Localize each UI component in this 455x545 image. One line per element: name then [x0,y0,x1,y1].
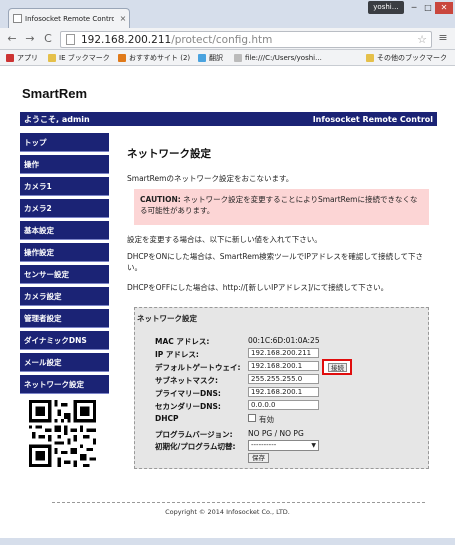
tab-close-icon[interactable]: × [117,14,129,23]
bookmark-other[interactable]: その他のブックマーク [366,52,447,64]
file-icon [234,54,242,62]
primary-dns-label: プライマリーDNS: [155,389,221,398]
maximize-icon[interactable]: □ [421,2,435,14]
bookmark-ie[interactable]: IE ブックマーク [48,52,110,64]
bookmark-star-icon[interactable]: ☆ [417,33,427,46]
address-bar[interactable]: 192.168.200.211/protect/config.htm ☆ [60,31,432,48]
header-bar: ようこそ, admin Infosocket Remote Control [20,112,437,126]
gateway-connect-highlight: 接続 [322,359,352,375]
dhcp-label: DHCP [155,414,179,423]
init-label: 初期化/プログラム切替: [155,442,236,451]
qr-code [29,400,96,467]
dhcp-option-label: 有効 [259,415,274,424]
caution-text: ネットワーク設定を変更することによりSmartRemに接続できなくなる可能性があ… [140,195,418,215]
translate-icon [198,54,206,62]
footer-divider [52,502,425,503]
apps-grid-icon [6,54,14,62]
browser-menu-icon[interactable]: ≡ [436,31,450,47]
dhcp-checkbox[interactable] [248,414,256,422]
back-arrow-icon[interactable]: ← [4,31,20,47]
bookmark-apps[interactable]: アプリ [6,52,38,64]
brand-logo: SmartRem [22,86,88,101]
bookmark-label: アプリ [17,54,38,62]
subnet-label: サブネットマスク: [155,376,218,385]
instruction-text: 設定を変更する場合は、以下に新しい値を入れて下さい。 [127,235,322,244]
select-value: ---------- [251,441,277,449]
sidebar-item-network-settings[interactable]: ネットワーク設定 [20,375,109,394]
sidebar-item-top[interactable]: トップ [20,133,109,152]
intro-text: SmartRemのネットワーク設定をおこないます。 [127,174,294,183]
subnet-mask-field[interactable]: 255.255.255.0 [248,374,319,384]
version-value: NO PG / NO PG [248,429,304,438]
secondary-dns-label: セカンダリーDNS: [155,402,221,411]
sidebar-item-operation[interactable]: 操作 [20,155,109,174]
sidebar-item-admin-settings[interactable]: 管理者設定 [20,309,109,328]
dhcp-on-text: DHCPをONにした場合は、SmartRem検索ツールでIPアドレスを確認して接… [127,252,423,272]
sidebar-item-camera1[interactable]: カメラ1 [20,177,109,196]
bookmark-recommended[interactable]: おすすめサイト (2) [118,52,190,64]
sidebar-item-mail-settings[interactable]: メール設定 [20,353,109,372]
site-icon [118,54,126,62]
save-button[interactable]: 保存 [248,453,269,463]
page-favicon-icon [13,14,22,23]
bookmark-file[interactable]: file:///C:/Users/yoshi... [234,52,322,64]
page-title: ネットワーク設定 [127,148,211,160]
bookmark-label: file:///C:/Users/yoshi... [245,54,322,62]
sidebar-item-operation-settings[interactable]: 操作設定 [20,243,109,262]
minimize-icon[interactable]: ─ [407,2,421,14]
gateway-label: デフォルトゲートウェイ: [155,363,241,372]
sidebar-item-sensor-settings[interactable]: センサー設定 [20,265,109,284]
gateway-connect-button[interactable]: 接続 [328,363,347,372]
ip-label: IP アドレス: [155,350,199,359]
secondary-dns-field[interactable]: 0.0.0.0 [248,400,319,410]
mac-label: MAC アドレス: [155,337,210,346]
page-icon [66,34,75,45]
caution-label: CAUTION: [140,195,181,204]
dhcp-off-text: DHCPをOFFにした場合は、http://[新しいIPアドレス]/にて接続して… [127,283,389,292]
copyright-text: Copyright © 2014 Infosocket Co., LTD. [165,508,290,516]
close-window-icon[interactable]: ✕ [435,2,453,14]
form-title: ネットワーク設定 [137,314,197,323]
bookmark-translate[interactable]: 翻訳 [198,52,223,64]
welcome-text: ようこそ, admin [24,114,90,124]
bookmark-label: おすすめサイト (2) [129,54,191,62]
ip-address-field[interactable]: 192.168.200.211 [248,348,319,358]
window-bottom-edge [0,538,455,545]
caution-box: CAUTION: ネットワーク設定を変更することによりSmartRemに接続でき… [134,189,429,225]
version-label: プログラムバージョン: [155,430,233,439]
primary-dns-field[interactable]: 192.168.200.1 [248,387,319,397]
sidebar-item-camera2[interactable]: カメラ2 [20,199,109,218]
url-host: 192.168.200.211 [81,33,172,46]
folder-icon [366,54,374,62]
bookmark-label: IE ブックマーク [59,54,110,62]
mac-value: 00:1C:6D:01:0A:25 [248,336,320,345]
profile-badge[interactable]: yoshi… [368,1,404,14]
product-name: Infosocket Remote Control [312,114,433,124]
reload-icon[interactable]: C [40,31,56,47]
sidebar-item-dynamic-dns[interactable]: ダイナミックDNS [20,331,109,350]
gateway-field[interactable]: 192.168.200.1 [248,361,319,371]
url-path: /protect/config.htm [171,33,273,46]
bookmark-label: その他のブックマーク [377,54,447,62]
tab-title: Infosocket Remote Control [25,14,114,23]
browser-tab[interactable]: Infosocket Remote Control × [8,8,130,28]
bookmark-label: 翻訳 [209,54,223,62]
dropdown-arrow-icon: ▼ [311,442,316,449]
sidebar-item-basic-settings[interactable]: 基本設定 [20,221,109,240]
sidebar-item-camera-settings[interactable]: カメラ設定 [20,287,109,306]
folder-icon [48,54,56,62]
init-program-select[interactable]: ---------- ▼ [248,440,319,451]
forward-arrow-icon[interactable]: → [22,31,38,47]
